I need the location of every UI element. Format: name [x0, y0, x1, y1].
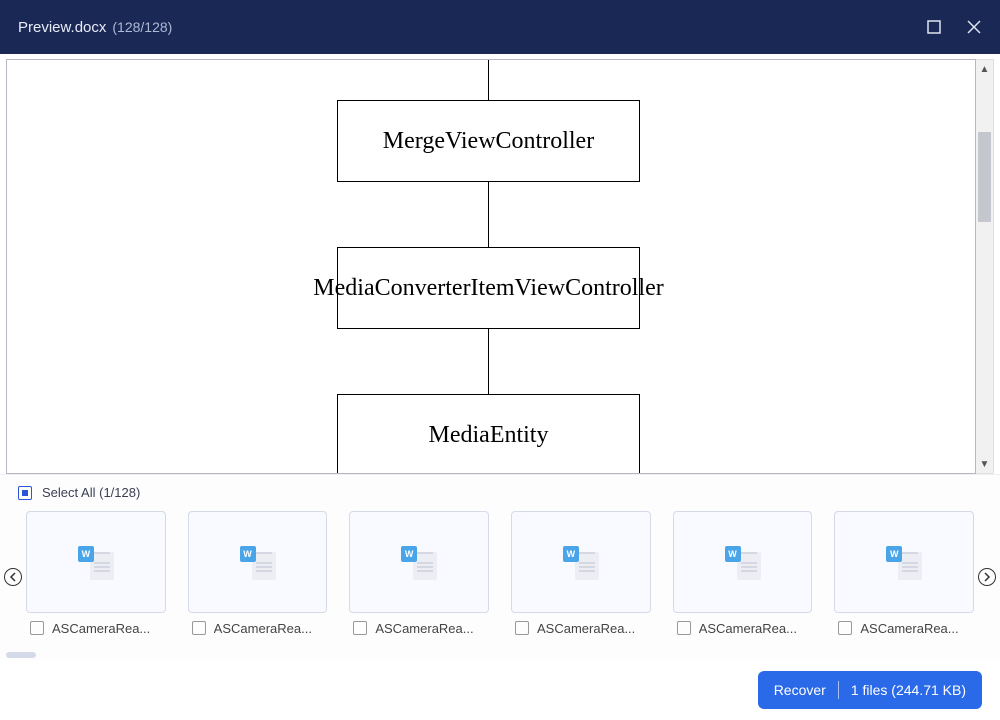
next-page-button[interactable]: [978, 568, 996, 586]
thumbnail-label: ASCameraRea...: [537, 621, 635, 636]
diagram-connector: [488, 329, 489, 396]
thumbnail-card[interactable]: W ASCameraRea...: [673, 511, 813, 644]
thumbnail-footer: ASCameraRea...: [511, 613, 651, 644]
horizontal-scroll-thumb[interactable]: [6, 652, 36, 658]
scroll-thumb[interactable]: [978, 132, 991, 222]
horizontal-scrollbar[interactable]: [6, 652, 994, 658]
thumbnail-label: ASCameraRea...: [214, 621, 312, 636]
thumbnail-checkbox[interactable]: [30, 621, 44, 635]
diagram-box-label: MergeViewController: [383, 128, 594, 155]
document-preview-area: MergeViewController MediaConverterItemVi…: [0, 54, 1000, 474]
document-icon: W: [886, 546, 922, 578]
thumbnail-card[interactable]: W ASCameraRea...: [26, 511, 166, 644]
thumbnail-card[interactable]: W ASCameraRea...: [511, 511, 651, 644]
thumbnail-checkbox[interactable]: [515, 621, 529, 635]
document-icon: W: [401, 546, 437, 578]
diagram-box-1: MergeViewController: [337, 100, 640, 182]
vertical-scrollbar[interactable]: ▲ ▼: [976, 59, 994, 474]
document-icon: W: [725, 546, 761, 578]
diagram: MergeViewController MediaConverterItemVi…: [7, 60, 975, 473]
thumbnails-row: W ASCameraRea... W ASCameraRea... W ASCa…: [0, 502, 1000, 652]
thumbnail-preview: W: [834, 511, 974, 613]
thumbnails-container: W ASCameraRea... W ASCameraRea... W ASCa…: [22, 503, 978, 652]
diagram-box-label: MediaEntity: [429, 422, 549, 449]
thumbnail-preview: W: [188, 511, 328, 613]
title-filename: .docx: [71, 19, 107, 36]
title-counter: (128/128): [112, 19, 172, 35]
chevron-right-icon: [983, 572, 991, 582]
select-all-label: Select All (1/128): [42, 485, 140, 500]
diagram-connector: [488, 182, 489, 249]
thumbnail-checkbox[interactable]: [353, 621, 367, 635]
diagram-box-3: MediaEntity: [337, 394, 640, 474]
window-title: Preview.docx (128/128): [18, 19, 172, 36]
title-bar: Preview.docx (128/128): [0, 0, 1000, 54]
thumbnail-preview: W: [349, 511, 489, 613]
thumbnail-checkbox[interactable]: [677, 621, 691, 635]
diagram-connector: [488, 60, 489, 103]
thumbnail-checkbox[interactable]: [838, 621, 852, 635]
diagram-box-2: MediaConverterItemViewController: [337, 247, 640, 329]
thumbnail-footer: ASCameraRea...: [349, 613, 489, 644]
thumbnail-card[interactable]: W ASCameraRea...: [834, 511, 974, 644]
select-all-row: Select All (1/128): [0, 475, 1000, 502]
thumbnail-label: ASCameraRea...: [52, 621, 150, 636]
thumbnail-card[interactable]: W ASCameraRea...: [188, 511, 328, 644]
divider: [838, 681, 839, 699]
thumbnail-footer: ASCameraRea...: [673, 613, 813, 644]
close-button[interactable]: [966, 19, 982, 35]
title-prefix: Preview: [18, 19, 71, 36]
thumbnail-label: ASCameraRea...: [860, 621, 958, 636]
select-all-checkbox[interactable]: [18, 486, 32, 500]
document-page: MergeViewController MediaConverterItemVi…: [6, 59, 976, 474]
thumbnail-panel: Select All (1/128) W ASCameraRea... W AS…: [0, 474, 1000, 660]
thumbnail-preview: W: [26, 511, 166, 613]
document-icon: W: [240, 546, 276, 578]
recover-button-label: Recover: [774, 682, 826, 698]
thumbnail-checkbox[interactable]: [192, 621, 206, 635]
thumbnail-preview: W: [511, 511, 651, 613]
thumbnail-footer: ASCameraRea...: [26, 613, 166, 644]
scroll-up-icon[interactable]: ▲: [976, 60, 993, 78]
prev-page-button[interactable]: [4, 568, 22, 586]
document-icon: W: [563, 546, 599, 578]
window-controls: [926, 19, 982, 35]
thumbnail-card[interactable]: W ASCameraRea...: [349, 511, 489, 644]
thumbnail-footer: ASCameraRea...: [188, 613, 328, 644]
maximize-button[interactable]: [926, 19, 942, 35]
thumbnail-preview: W: [673, 511, 813, 613]
diagram-box-label: MediaConverterItemViewController: [313, 275, 663, 302]
chevron-left-icon: [9, 572, 17, 582]
scroll-down-icon[interactable]: ▼: [976, 455, 993, 473]
footer-bar: Recover 1 files (244.71 KB): [0, 660, 1000, 720]
thumbnail-label: ASCameraRea...: [699, 621, 797, 636]
thumbnail-label: ASCameraRea...: [375, 621, 473, 636]
recover-file-info: 1 files (244.71 KB): [851, 682, 966, 698]
document-icon: W: [78, 546, 114, 578]
recover-button[interactable]: Recover 1 files (244.71 KB): [758, 671, 982, 709]
thumbnail-footer: ASCameraRea...: [834, 613, 974, 644]
